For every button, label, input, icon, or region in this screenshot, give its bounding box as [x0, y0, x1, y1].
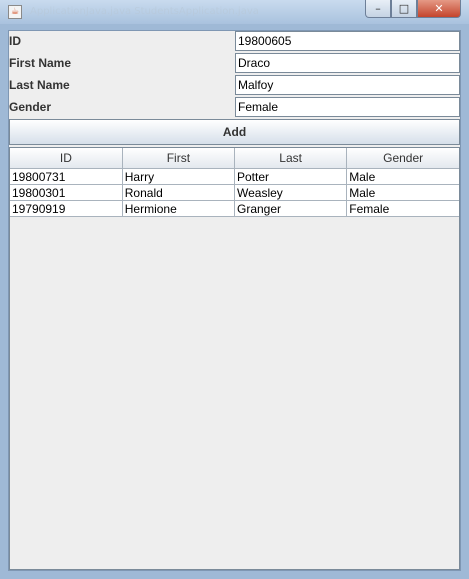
cell-first[interactable]: Ronald — [121, 184, 236, 201]
cell-last[interactable]: Potter — [233, 168, 348, 185]
cell-gender[interactable]: Male — [346, 168, 459, 185]
table-row[interactable]: 19790919 Hermione Granger Female — [10, 200, 459, 217]
last-name-label: Last Name — [9, 78, 70, 92]
first-name-label: First Name — [9, 56, 72, 70]
cell-gender[interactable]: Male — [346, 184, 459, 201]
table-row[interactable]: 19800731 Harry Potter Male — [10, 168, 459, 185]
gender-field[interactable]: Female — [235, 97, 460, 117]
cell-id[interactable]: 19790919 — [10, 200, 123, 217]
cell-first[interactable]: Harry — [121, 168, 236, 185]
close-button[interactable]: ✕ — [417, 0, 461, 18]
table-header-row: ID First Last Gender — [10, 148, 459, 169]
window-controls: – □ ✕ — [365, 0, 461, 20]
title-bar[interactable]: ☕ ApplicationJava.java StudentsApplicati… — [0, 0, 469, 24]
minimize-icon: – — [375, 2, 381, 15]
cell-gender[interactable]: Female — [346, 200, 459, 217]
java-app-icon[interactable]: ☕ — [8, 5, 22, 19]
content-panel: ID 19800605 First Name Draco Last Name M… — [8, 30, 461, 571]
last-name-row: Last Name Malfoy — [9, 75, 460, 95]
last-name-field[interactable]: Malfoy — [235, 75, 460, 95]
cell-id[interactable]: 19800731 — [10, 168, 123, 185]
cell-first[interactable]: Hermione — [121, 200, 236, 217]
minimize-button[interactable]: – — [365, 0, 391, 18]
id-field[interactable]: 19800605 — [235, 31, 460, 51]
table-row[interactable]: 19800301 Ronald Weasley Male — [10, 184, 459, 201]
id-row: ID 19800605 — [9, 31, 460, 51]
cell-id[interactable]: 19800301 — [10, 184, 123, 201]
first-name-row: First Name Draco — [9, 53, 460, 73]
gender-row: Gender Female — [9, 97, 460, 117]
add-button[interactable]: Add — [9, 119, 460, 145]
ghost-tabs-text: ApplicationJava.java StudentsApplication… — [30, 6, 259, 17]
column-header-last[interactable]: Last — [233, 148, 348, 169]
first-name-field[interactable]: Draco — [235, 53, 460, 73]
cell-last[interactable]: Weasley — [233, 184, 348, 201]
cell-last[interactable]: Granger — [233, 200, 348, 217]
column-header-id[interactable]: ID — [10, 148, 123, 169]
maximize-icon: □ — [398, 2, 410, 15]
maximize-button[interactable]: □ — [391, 0, 417, 18]
id-label: ID — [9, 34, 21, 48]
application-window: ☕ ApplicationJava.java StudentsApplicati… — [0, 0, 469, 579]
gender-label: Gender — [9, 100, 52, 114]
column-header-first[interactable]: First — [121, 148, 236, 169]
students-table: ID First Last Gender 19800731 Harry Pott… — [10, 148, 459, 217]
close-icon: ✕ — [434, 2, 444, 15]
students-table-scrollpane[interactable]: ID First Last Gender 19800731 Harry Pott… — [9, 147, 460, 570]
column-header-gender[interactable]: Gender — [346, 148, 459, 169]
